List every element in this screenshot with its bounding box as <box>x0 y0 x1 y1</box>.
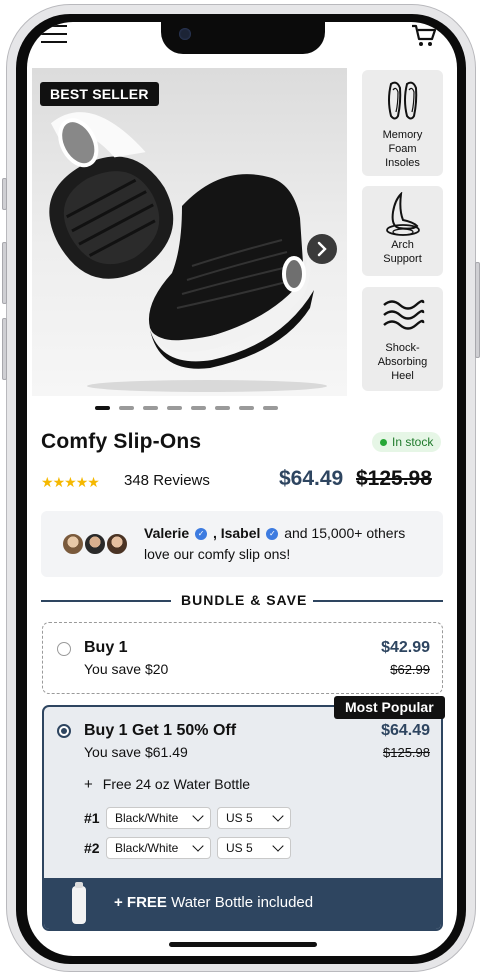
verified-icon: ✓ <box>195 528 208 541</box>
carousel-dot[interactable] <box>191 406 206 410</box>
cart-icon[interactable] <box>411 24 437 48</box>
carousel-dot[interactable] <box>119 406 134 410</box>
color-select[interactable]: Black/White <box>106 837 211 859</box>
social-proof-line-2: love our comfy slip ons! <box>144 546 291 562</box>
carousel-dot[interactable] <box>95 406 110 410</box>
power-button <box>475 262 480 358</box>
avatar <box>105 532 129 556</box>
carousel-dot[interactable] <box>167 406 182 410</box>
avatar <box>61 532 85 556</box>
mute-switch <box>2 178 7 210</box>
rating-stars: ★★★★★ <box>41 474 100 491</box>
chevron-down-icon <box>192 840 204 852</box>
variant-label: #1 <box>84 810 100 826</box>
carousel-dots <box>95 406 278 410</box>
next-image-button[interactable] <box>307 234 337 264</box>
bundle-radio[interactable] <box>57 642 71 656</box>
size-select[interactable]: US 5 <box>217 837 291 859</box>
bundle-price: $64.49 <box>381 722 430 739</box>
plus-icon: + <box>84 776 93 793</box>
bundle-title: Buy 1 Get 1 50% Off <box>84 722 237 739</box>
feature-label: Support <box>383 253 422 265</box>
phone-notch <box>161 22 325 54</box>
chevron-right-icon <box>317 241 327 257</box>
carousel-dot[interactable] <box>143 406 158 410</box>
chevron-down-icon <box>192 810 204 822</box>
social-proof-rest: and 15,000+ others <box>284 525 406 541</box>
current-price: $64.49 <box>279 467 344 490</box>
color-select-value: Black/White <box>115 811 179 825</box>
volume-up-button <box>2 242 7 304</box>
verified-icon: ✓ <box>266 528 279 541</box>
free-gift-line: + Free 24 oz Water Bottle <box>84 776 250 793</box>
carousel-dot[interactable] <box>263 406 278 410</box>
insole-icon <box>387 81 417 120</box>
social-proof-line: Valerie ✓ , Isabel ✓ and 15,000+ others <box>144 525 405 541</box>
chevron-down-icon <box>272 810 284 822</box>
size-select-value: US 5 <box>226 811 253 825</box>
feature-label: Shock- <box>385 342 420 354</box>
bundle-section-title: BUNDLE & SAVE <box>181 592 308 608</box>
waves-icon <box>382 299 424 330</box>
free-bottle-text: + FREE Water Bottle included <box>114 894 313 911</box>
most-popular-badge: Most Popular <box>334 696 445 719</box>
free-bottle-rest: Water Bottle included <box>166 894 314 911</box>
bundle-option-buy-1[interactable]: Buy 1 You save $20 $42.99 $62.99 <box>42 622 443 694</box>
hamburger-menu-icon[interactable] <box>41 25 67 43</box>
arch-foot-icon <box>385 192 420 236</box>
bundle-old-price: $62.99 <box>390 662 430 677</box>
section-divider <box>41 600 171 602</box>
feature-label: Memory <box>382 129 423 141</box>
section-divider <box>313 600 443 602</box>
water-bottle-image <box>72 882 86 924</box>
bundle-price: $42.99 <box>381 639 430 656</box>
star-icon: ★ <box>52 474 66 490</box>
feature-memory-foam: Memory Foam Insoles <box>362 70 443 176</box>
carousel-dot[interactable] <box>215 406 230 410</box>
original-price: $125.98 <box>356 467 432 490</box>
social-proof-card: Valerie ✓ , Isabel ✓ and 15,000+ others … <box>41 511 443 577</box>
product-title: Comfy Slip-Ons <box>41 430 202 453</box>
size-select-value: US 5 <box>226 841 253 855</box>
home-indicator[interactable] <box>169 942 317 947</box>
free-bottle-banner: + FREE Water Bottle included <box>44 878 441 929</box>
shoe-illustration <box>49 112 327 392</box>
feature-label: Foam <box>388 143 417 155</box>
free-gift-text: Free 24 oz Water Bottle <box>102 776 251 792</box>
size-select[interactable]: US 5 <box>217 807 291 829</box>
carousel-dot[interactable] <box>239 406 254 410</box>
front-camera <box>179 28 191 40</box>
reviewer-name: , Isabel <box>212 525 261 541</box>
feature-arch-support: Arch Support <box>362 186 443 276</box>
feature-label: Arch <box>391 239 414 251</box>
stock-badge: In stock <box>372 432 442 452</box>
star-icon: ★ <box>41 474 54 490</box>
bundle-title: Buy 1 <box>84 639 128 656</box>
avatar <box>83 532 107 556</box>
feature-label: Absorbing <box>377 356 428 368</box>
variant-label: #2 <box>84 840 100 856</box>
bundle-radio[interactable] <box>57 724 71 738</box>
volume-down-button <box>2 318 7 380</box>
bundle-savings: You save $61.49 <box>84 744 188 760</box>
star-icon: ★ <box>87 474 100 490</box>
star-icon: ★ <box>75 474 89 490</box>
feature-label: Insoles <box>385 157 420 169</box>
product-image[interactable] <box>32 68 347 396</box>
bundle-old-price: $125.98 <box>383 745 430 760</box>
color-select[interactable]: Black/White <box>106 807 211 829</box>
best-seller-badge: BEST SELLER <box>40 82 159 106</box>
free-bottle-bold: + FREE <box>114 894 167 911</box>
feature-label: Heel <box>391 370 414 382</box>
reviewer-name: Valerie <box>144 525 190 541</box>
chevron-down-icon <box>272 840 284 852</box>
reviews-count[interactable]: 348 Reviews <box>124 472 210 489</box>
color-select-value: Black/White <box>115 841 179 855</box>
screen: BEST SELLER Memory Foam Insoles Arch Sup… <box>27 22 457 956</box>
feature-shock-absorbing: Shock- Absorbing Heel <box>362 287 443 391</box>
bundle-savings: You save $20 <box>84 661 169 677</box>
star-icon: ★ <box>64 474 77 490</box>
